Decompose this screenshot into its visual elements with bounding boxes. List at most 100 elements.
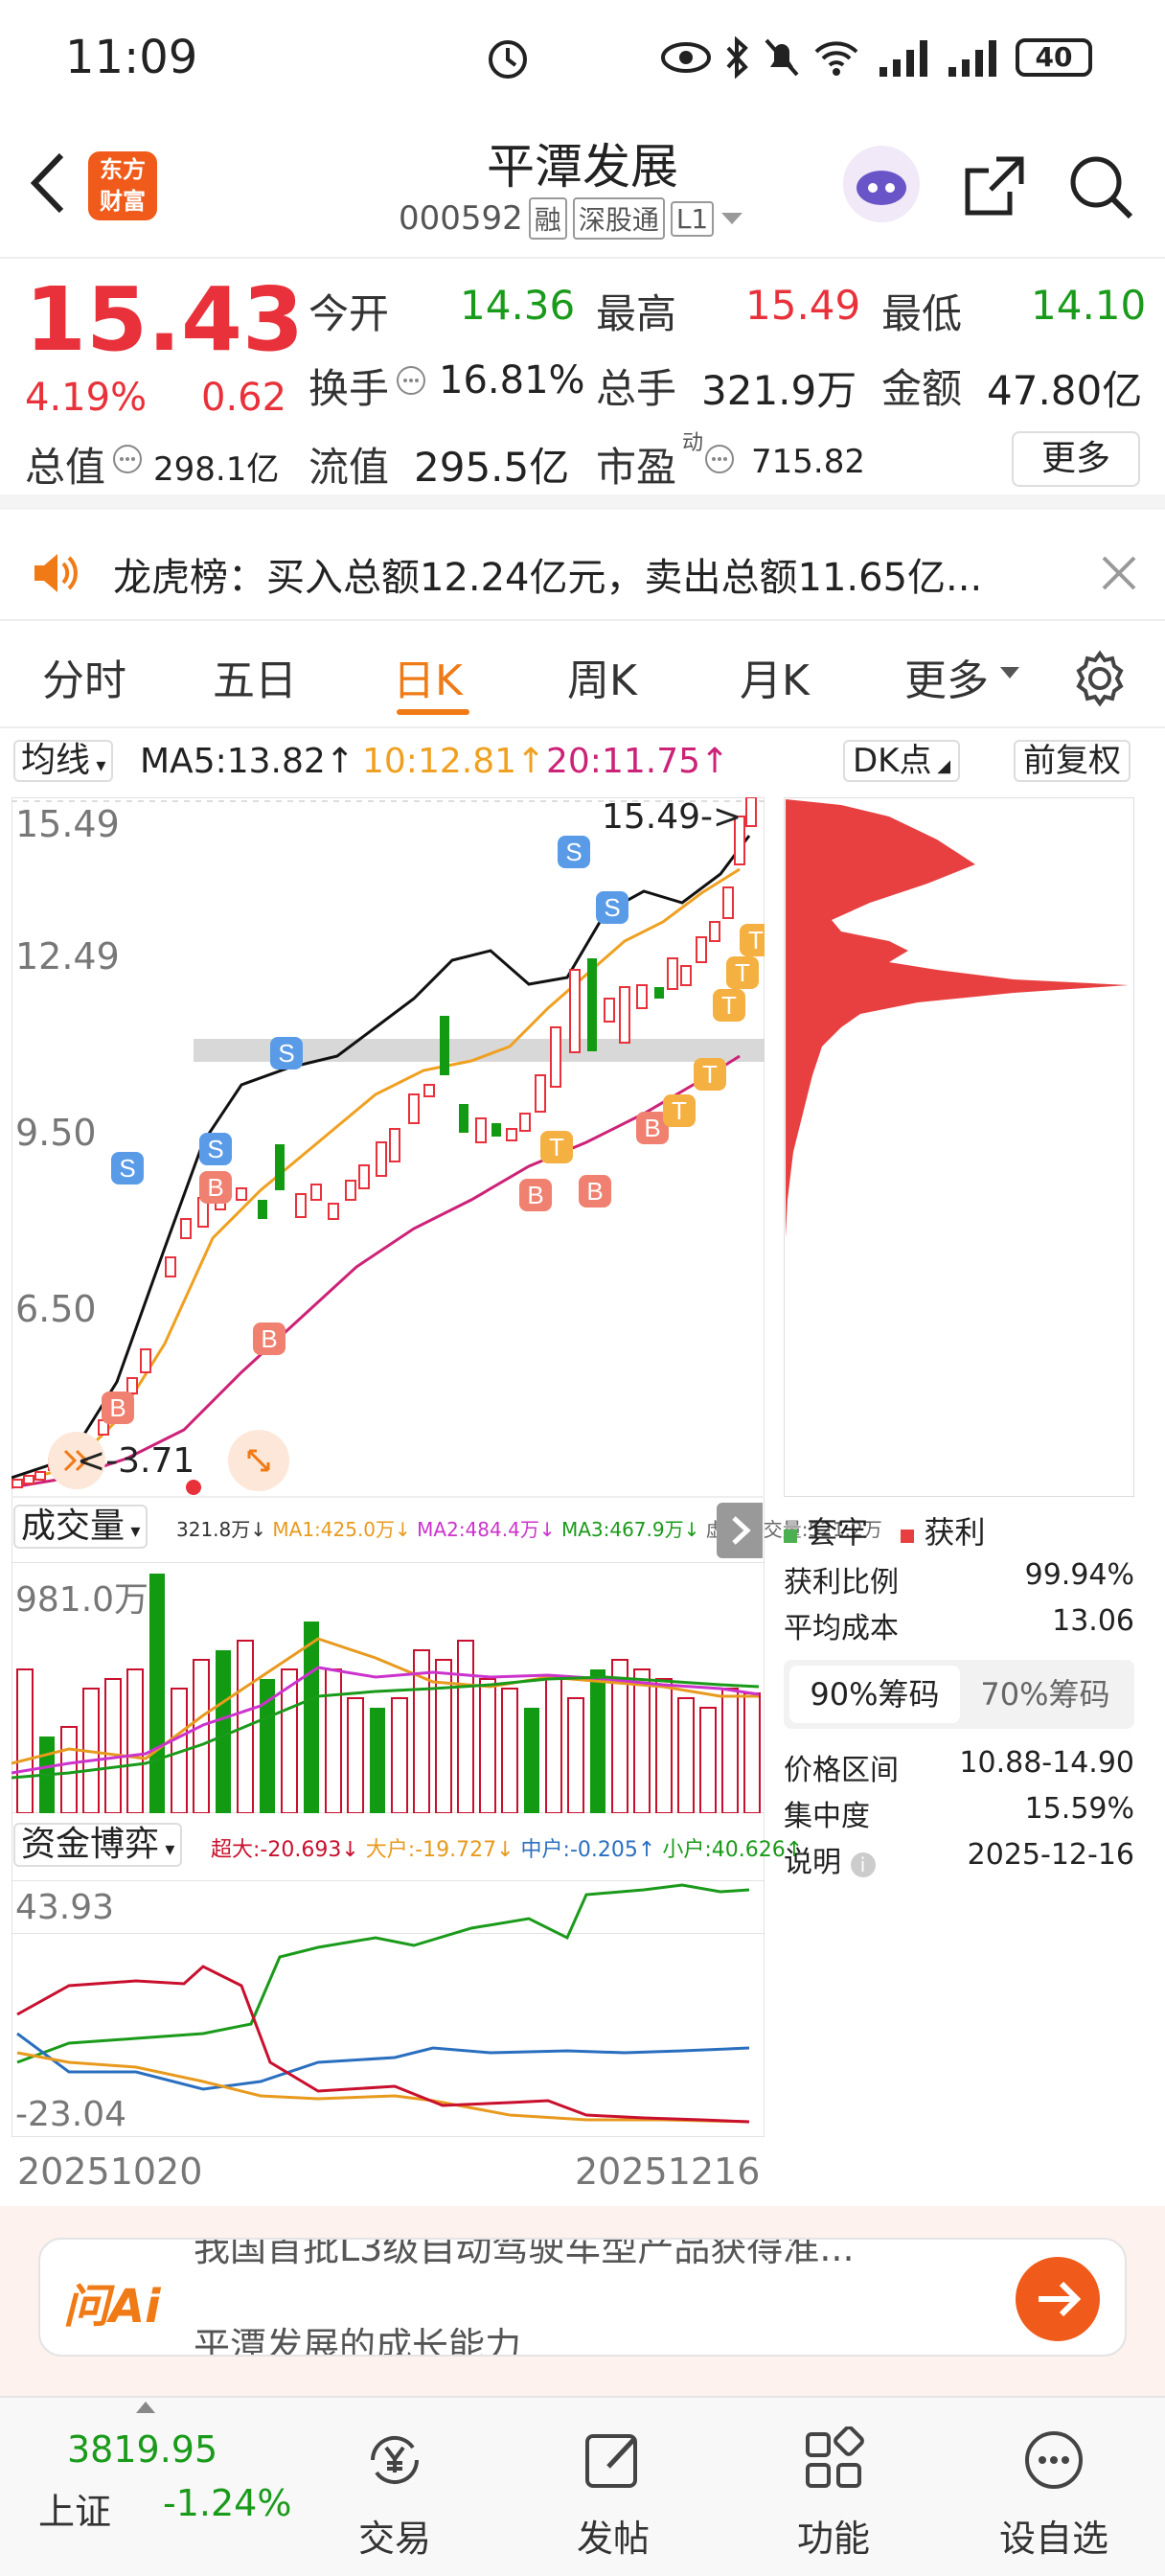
- amount-value: 47.80亿: [987, 367, 1143, 414]
- high-label: 最高: [596, 290, 677, 337]
- share-icon[interactable]: [962, 153, 1027, 218]
- low-value: 14.10: [1031, 282, 1147, 329]
- fund-super: 超大:-20.693↓: [211, 1838, 359, 1862]
- info-icon[interactable]: i: [850, 1852, 876, 1877]
- svg-text:B: B: [644, 1114, 660, 1142]
- turnover-label: 换手: [308, 365, 390, 412]
- expand-panel-button[interactable]: [717, 1503, 763, 1558]
- gear-icon[interactable]: [1071, 650, 1129, 707]
- tab-monthly-k[interactable]: 月K: [740, 646, 810, 707]
- bottom-nav: 3819.95 上证 -1.24% 交易 发帖 功能 设自选: [0, 2396, 1165, 2576]
- current-price: 15.43: [25, 268, 305, 371]
- stock-header: 东方 财富 平潭发展 000592 融 深股通 L1: [0, 115, 1165, 259]
- tab-daily-k[interactable]: 日K: [393, 646, 463, 707]
- nav-add-watchlist[interactable]: 设自选: [977, 2426, 1131, 2562]
- fund-bottom-label: -23.04: [15, 2095, 127, 2134]
- speaker-icon: [34, 554, 78, 592]
- volume-stat: 321.8万↓: [176, 1518, 267, 1541]
- battery-icon: 40: [1016, 38, 1092, 77]
- caret-down-icon[interactable]: [720, 209, 744, 228]
- nav-features[interactable]: 功能: [757, 2426, 910, 2562]
- svg-text:S: S: [565, 838, 582, 866]
- amount-label: 金额: [881, 365, 963, 412]
- info-dots-icon[interactable]: [395, 364, 427, 397]
- ma10-value: 10:12.81↑: [362, 742, 546, 781]
- pe-value: 715.82: [751, 443, 865, 481]
- nav-post[interactable]: 发帖: [537, 2426, 690, 2562]
- y-tick-4: 6.50: [15, 1288, 97, 1330]
- float-cap-label: 流值: [308, 444, 390, 491]
- nav-trade[interactable]: 交易: [318, 2426, 471, 2562]
- svg-text:T: T: [672, 1096, 687, 1125]
- tab-intraday[interactable]: 分时: [42, 646, 126, 707]
- index-quote[interactable]: 3819.95 上证 -1.24%: [19, 2400, 307, 2572]
- grid-icon: [806, 2426, 864, 2488]
- mute-bell-icon: [765, 38, 799, 77]
- volume-label: 总手: [596, 365, 677, 412]
- quote-panel: 15.43 4.19% 0.62 今开 14.36 最高 15.49 最低 14…: [0, 259, 1165, 510]
- high-marker-label: 15.49->: [602, 797, 742, 837]
- float-cap-value: 295.5亿: [414, 444, 570, 491]
- ai-ticker: 我国首批L3级自动驾驶车型产品获得准... 平潭发展的成长能力: [194, 2240, 1017, 2355]
- fund-large: 大户:-19.727↓: [365, 1838, 514, 1862]
- tab-weekly-k[interactable]: 周K: [567, 646, 637, 707]
- svg-text:S: S: [119, 1154, 135, 1183]
- ai-line-2: 平潭发展的成长能力: [194, 2325, 522, 2355]
- stock-name: 平潭发展: [487, 139, 678, 195]
- volume-ma2: MA2:484.4万↓: [417, 1518, 556, 1541]
- volume-ma1: MA1:425.0万↓: [272, 1518, 411, 1541]
- tab-chip-70[interactable]: 70%筹码: [960, 1666, 1131, 1723]
- svg-text:T: T: [702, 1060, 718, 1089]
- more-button[interactable]: 更多: [1012, 431, 1140, 487]
- volume-value: 321.9万: [701, 367, 857, 414]
- svg-text:B: B: [109, 1393, 126, 1422]
- fund-stats: 超大:-20.693↓ 大户:-19.727↓ 中户:-0.205↑ 小户:40…: [211, 1832, 803, 1863]
- svg-text:T: T: [748, 926, 764, 954]
- close-icon[interactable]: [1100, 554, 1138, 592]
- volume-max-label: 981.0万: [15, 1580, 149, 1620]
- svg-text:B: B: [261, 1324, 277, 1353]
- wifi-icon: [814, 41, 858, 76]
- ma5-value: MA5:13.82↑: [140, 742, 354, 781]
- status-time: 11:09: [65, 31, 198, 84]
- stock-code: 000592: [399, 199, 523, 238]
- svg-text:B: B: [207, 1173, 223, 1202]
- arrow-right-icon[interactable]: [1014, 2255, 1102, 2343]
- connect-tag: 深股通: [572, 197, 665, 240]
- low-label: 最低: [881, 290, 963, 337]
- volume-selector[interactable]: 成交量 ▾: [13, 1505, 148, 1549]
- ma-selector[interactable]: 均线 ▾: [13, 740, 114, 782]
- notice-bar[interactable]: 龙虎榜：买入总额12.24亿元，卖出总额11.65亿...: [0, 525, 1165, 621]
- active-tab-indicator: [397, 709, 469, 715]
- info-dots-icon[interactable]: [703, 443, 736, 475]
- search-icon[interactable]: [1067, 153, 1134, 220]
- pe-dynamic-sup: 动: [682, 431, 704, 455]
- robot-avatar-icon[interactable]: [841, 144, 922, 224]
- date-end: 20251216: [575, 2150, 761, 2193]
- edit-icon: [585, 2434, 637, 2488]
- adjust-button[interactable]: 前复权: [1014, 740, 1131, 782]
- chevron-right-icon: [732, 1516, 751, 1545]
- tab-more[interactable]: 更多: [904, 646, 989, 707]
- fund-selector[interactable]: 资金博弈 ▾: [13, 1823, 183, 1867]
- bluetooth-icon: [726, 36, 748, 79]
- volume-ma3: MA3:467.9万↓: [560, 1518, 700, 1541]
- chip-stats-top: 获利比例 99.94% 平均成本 13.06: [784, 1558, 1134, 1645]
- back-arrow-icon[interactable]: [23, 150, 71, 217]
- pe-label: 市盈: [596, 444, 677, 491]
- high-value: 15.49: [745, 282, 861, 329]
- ai-bar[interactable]: 问Ai 我国首批L3级自动驾驶车型产品获得准... 平潭发展的成长能力: [38, 2238, 1127, 2357]
- tab-five-day[interactable]: 五日: [213, 646, 297, 707]
- expand-icon[interactable]: [228, 1430, 289, 1491]
- tab-chip-90[interactable]: 90%筹码: [789, 1666, 960, 1723]
- fund-small: 小户:40.626↑: [662, 1838, 804, 1862]
- ma20-value: 20:11.75↑: [546, 742, 730, 781]
- trapped-legend: 套牢: [807, 1514, 869, 1551]
- dk-point-button[interactable]: DK点 ◢: [843, 740, 961, 782]
- info-dots-icon[interactable]: [111, 443, 144, 475]
- svg-text:S: S: [604, 893, 620, 922]
- fund-super-line: [16, 1965, 750, 2124]
- date-start: 20251020: [17, 2150, 203, 2193]
- profit-legend-icon: [901, 1530, 915, 1543]
- y-tick-1: 15.49: [15, 803, 120, 845]
